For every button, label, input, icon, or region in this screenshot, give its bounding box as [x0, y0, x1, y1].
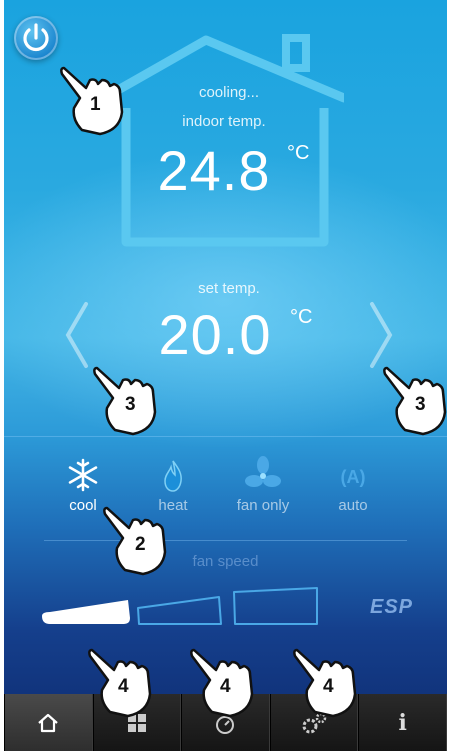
- set-temp-value: 20.0: [158, 303, 272, 366]
- mode-auto[interactable]: (A) auto: [308, 455, 398, 514]
- fan-icon: [245, 456, 281, 487]
- callout-hand-speed1: 4: [88, 642, 158, 720]
- tab-home[interactable]: [4, 694, 93, 751]
- set-temp-label: set temp.: [198, 280, 260, 297]
- set-temp-unit: °C: [290, 306, 313, 328]
- flame-icon: [164, 460, 182, 492]
- callout-4-b: 4: [220, 676, 231, 697]
- mode-cool-label: cool: [69, 497, 97, 514]
- callout-2: 2: [135, 534, 146, 555]
- auto-icon: (A): [341, 467, 366, 487]
- home-icon: [38, 713, 59, 732]
- callout-4-a: 4: [118, 676, 129, 697]
- power-button[interactable]: [14, 16, 58, 60]
- snowflake-icon: [68, 458, 98, 492]
- callout-hand-speed2: 4: [190, 642, 260, 720]
- fan-speed-low[interactable]: [40, 594, 132, 628]
- callout-hand-mode: 2: [103, 500, 173, 578]
- fan-speed-label: fan speed: [192, 553, 259, 570]
- indoor-temp-label: indoor temp.: [182, 113, 266, 130]
- callout-4-c: 4: [323, 676, 334, 697]
- fan-speed-medium[interactable]: [135, 594, 223, 628]
- callout-hand-left: 3: [93, 360, 163, 438]
- esp-label: ESP: [370, 596, 414, 618]
- callout-3-left: 3: [125, 394, 136, 415]
- indoor-temp-unit: °C: [287, 142, 310, 164]
- info-icon: i: [398, 709, 407, 736]
- callout-1: 1: [90, 94, 101, 115]
- tab-info[interactable]: i: [358, 694, 447, 751]
- power-icon: [23, 23, 49, 52]
- svg-text:(A): (A): [341, 467, 366, 487]
- divider-top: [4, 436, 447, 437]
- indoor-temp-value: 24.8: [157, 139, 271, 202]
- callout-3-right: 3: [415, 394, 426, 415]
- mode-fan-only-label: fan only: [236, 497, 290, 514]
- fan-speed-high[interactable]: [231, 586, 321, 628]
- esp-button[interactable]: ESP: [370, 596, 413, 619]
- mode-fan-only[interactable]: fan only: [218, 455, 308, 514]
- callout-hand-speed3: 4: [293, 642, 363, 720]
- status-text: cooling...: [198, 84, 260, 101]
- callout-hand-right: 3: [383, 360, 453, 438]
- divider-mid: [44, 540, 407, 541]
- callout-hand-power: 1: [60, 60, 130, 138]
- mode-auto-label: auto: [338, 497, 368, 514]
- decrease-temp-chevron-icon[interactable]: [62, 300, 92, 370]
